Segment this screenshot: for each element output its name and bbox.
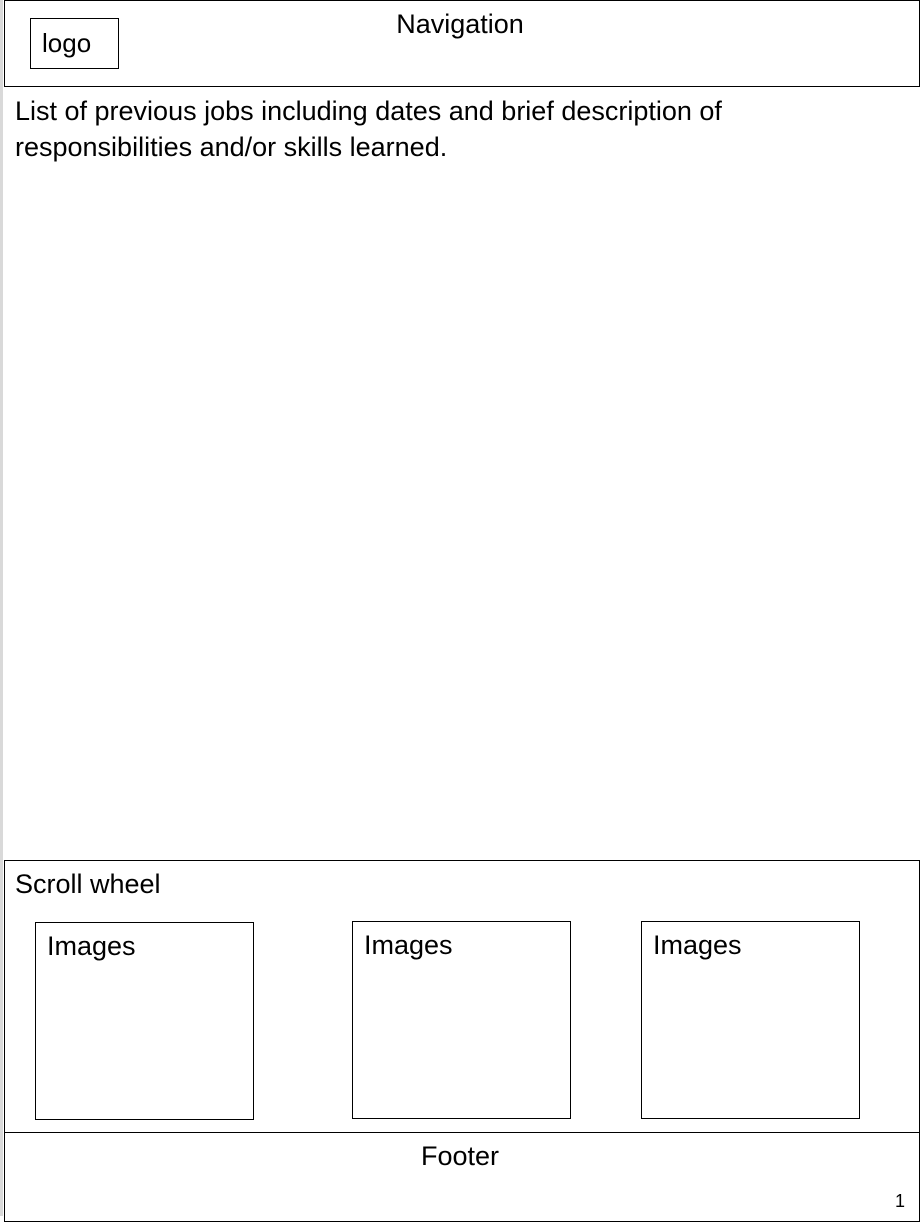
image-label-2: Images	[364, 930, 453, 960]
image-label-1: Images	[47, 931, 136, 961]
navigation-label: Navigation	[396, 9, 524, 39]
scroll-wheel-label: Scroll wheel	[15, 869, 161, 899]
image-label-3: Images	[653, 930, 742, 960]
page-edge-strip	[0, 0, 3, 1216]
page-number: 1	[895, 1191, 906, 1211]
footer-label: Footer	[420, 1141, 500, 1171]
jobs-description: List of previous jobs including dates an…	[15, 96, 722, 162]
